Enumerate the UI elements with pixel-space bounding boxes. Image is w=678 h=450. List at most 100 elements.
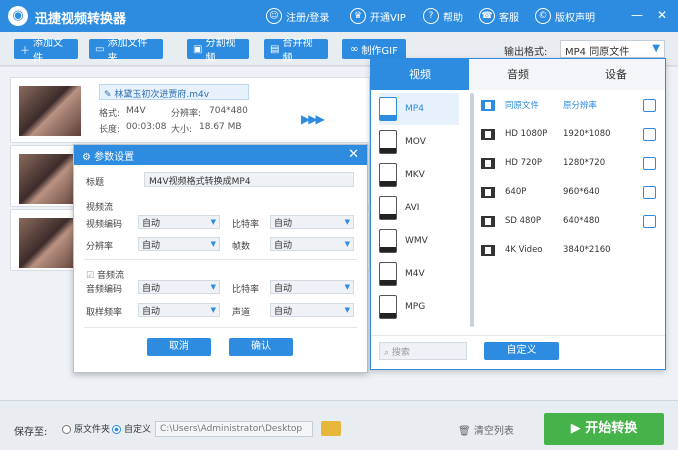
quality-item[interactable]: SD 480P 640*480	[481, 211, 656, 231]
custom-format-button[interactable]: 自定义	[484, 342, 559, 360]
clear-list-label: 清空列表	[473, 426, 514, 437]
chevron-down-icon: ▼	[210, 306, 216, 314]
quality-item[interactable]: 同原文件 原分辨率	[481, 95, 656, 115]
add-file-label: 添加文件	[33, 38, 63, 64]
copyright-link[interactable]: © 版权声明	[535, 7, 595, 25]
source-folder-radio[interactable]: 原文件夹	[62, 422, 110, 435]
format-label: MPG	[405, 302, 426, 312]
audio-encoder-select[interactable]: 自动 ▼	[138, 280, 220, 294]
format-item-m4v[interactable]: M4V	[379, 258, 459, 290]
wmv-file-icon	[379, 229, 397, 253]
film-icon	[481, 244, 495, 256]
file-row[interactable]: ✎ 林黛玉初次进贾府.m4v 格式: M4V 分辨率: 704*480 长度: …	[10, 77, 370, 143]
vip-link[interactable]: ♛ 开通VIP	[350, 7, 406, 25]
resolution-value: 704*480	[209, 106, 248, 116]
minimize-button[interactable]: —	[631, 9, 643, 21]
format-search-input[interactable]: ⌕ 搜索	[379, 342, 467, 360]
format-list-scrollbar[interactable]	[470, 93, 474, 327]
chevron-down-icon: ▼	[210, 218, 216, 226]
split-video-button[interactable]: ▣ 分割视频	[187, 38, 249, 64]
format-label: MOV	[405, 137, 426, 147]
cancel-button[interactable]: 取消	[147, 338, 211, 356]
login-link[interactable]: ☺ 注册/登录	[266, 7, 329, 25]
dialog-title: 参数设置	[94, 152, 135, 163]
custom-folder-radio[interactable]: 自定义	[112, 422, 151, 435]
app-title: 迅捷视频转换器	[35, 12, 127, 27]
quality-item[interactable]: HD 1080P 1920*1080	[481, 124, 656, 144]
dialog-close-button[interactable]: ✕	[348, 147, 359, 162]
vip-icon: ♛	[350, 8, 366, 24]
title-field-input[interactable]: M4V视频格式转换成MP4	[144, 172, 354, 187]
format-value: M4V	[126, 106, 146, 116]
help-link[interactable]: ? 帮助	[423, 7, 463, 25]
start-convert-label: 开始转换	[585, 421, 638, 436]
audio-bitrate-select[interactable]: 自动 ▼	[270, 280, 354, 294]
help-icon: ?	[423, 8, 439, 24]
edit-icon[interactable]	[643, 127, 656, 141]
duration-label: 长度:	[99, 125, 121, 135]
quality-name: HD 1080P	[505, 129, 548, 139]
add-file-button[interactable]: ＋添加文件	[14, 38, 78, 64]
quality-res: 1280*720	[563, 158, 606, 168]
close-window-button[interactable]: ✕	[657, 9, 667, 21]
folder-icon[interactable]	[321, 421, 341, 436]
merge-video-button[interactable]: ▤ 合并视频	[264, 38, 328, 64]
confirm-button[interactable]: 确认	[229, 338, 293, 356]
format-item-mkv[interactable]: MKV	[379, 159, 459, 191]
quality-item[interactable]: 640P 960*640	[481, 182, 656, 202]
output-path-input[interactable]: C:\Users\Administrator\Desktop	[155, 421, 313, 437]
samplerate-label: 取样频率	[86, 308, 123, 318]
quality-item[interactable]: HD 720P 1280*720	[481, 153, 656, 173]
video-encoder-select[interactable]: 自动 ▼	[138, 215, 220, 229]
resolution-label: 分辨率:	[171, 109, 202, 119]
framerate-value: 自动	[274, 240, 293, 251]
tab-audio[interactable]: 音频	[469, 59, 567, 90]
file-name[interactable]: ✎ 林黛玉初次进贾府.m4v	[99, 84, 249, 100]
search-placeholder: 搜索	[391, 348, 410, 358]
film-icon	[481, 215, 495, 227]
format-item-avi[interactable]: AVI	[379, 192, 459, 224]
output-format-label: 输出格式:	[504, 47, 548, 58]
quality-res: 640*480	[563, 216, 600, 226]
format-item-wmv[interactable]: WMV	[379, 225, 459, 257]
quality-item[interactable]: 4K Video 3840*2160	[481, 240, 656, 260]
video-encoder-value: 自动	[142, 218, 161, 229]
tab-device[interactable]: 设备	[567, 59, 665, 90]
edit-icon[interactable]	[643, 214, 656, 228]
format-item-mp4[interactable]: MP4	[379, 93, 459, 125]
film-icon	[481, 99, 495, 111]
clear-list-button[interactable]: 🗑 清空列表	[458, 422, 514, 437]
title-bar: ◉ 迅捷视频转换器 ☺ 注册/登录 ♛ 开通VIP ? 帮助 ☎ 客服 © 版权声明 — …	[0, 0, 678, 32]
m4v-file-icon	[379, 262, 397, 286]
format-label: 格式:	[99, 109, 121, 119]
audio-section[interactable]: ☑ 音频流	[86, 268, 124, 281]
start-convert-button[interactable]: ▶ 开始转换	[544, 413, 664, 445]
mpg-file-icon	[379, 295, 397, 319]
format-item-mpg[interactable]: MPG	[379, 291, 459, 323]
audio-encoder-label: 音频编码	[86, 285, 123, 295]
mov-file-icon	[379, 130, 397, 154]
framerate-select[interactable]: 自动 ▼	[270, 237, 354, 251]
output-format-select[interactable]: MP4 同原文件 ▼	[560, 40, 665, 58]
format-item-mov[interactable]: MOV	[379, 126, 459, 158]
service-link[interactable]: ☎ 客服	[479, 7, 519, 25]
video-bitrate-select[interactable]: 自动 ▼	[270, 215, 354, 229]
channel-select[interactable]: 自动 ▼	[270, 303, 354, 317]
channel-value: 自动	[274, 306, 293, 317]
edit-icon[interactable]	[643, 156, 656, 170]
folder-add-icon: ▭	[95, 43, 105, 55]
edit-icon[interactable]	[643, 185, 656, 199]
format-label: MP4	[405, 104, 424, 114]
make-gif-button[interactable]: ∞ 制作GIF	[342, 39, 406, 59]
samplerate-select[interactable]: 自动 ▼	[138, 303, 220, 317]
login-label: 注册/登录	[286, 12, 330, 24]
add-folder-button[interactable]: ▭ 添加文件夹	[89, 38, 163, 64]
split-icon: ▣	[193, 43, 203, 55]
tab-video[interactable]: 视频	[371, 59, 469, 90]
channel-label: 声道	[232, 308, 251, 318]
edit-icon[interactable]	[643, 98, 656, 112]
title-field-label: 标题	[86, 178, 105, 188]
source-folder-label: 原文件夹	[74, 425, 111, 435]
resolution-select[interactable]: 自动 ▼	[138, 237, 220, 251]
bottom-bar: 保存至: 原文件夹 自定义 C:\Users\Administrator\Des…	[0, 400, 678, 450]
